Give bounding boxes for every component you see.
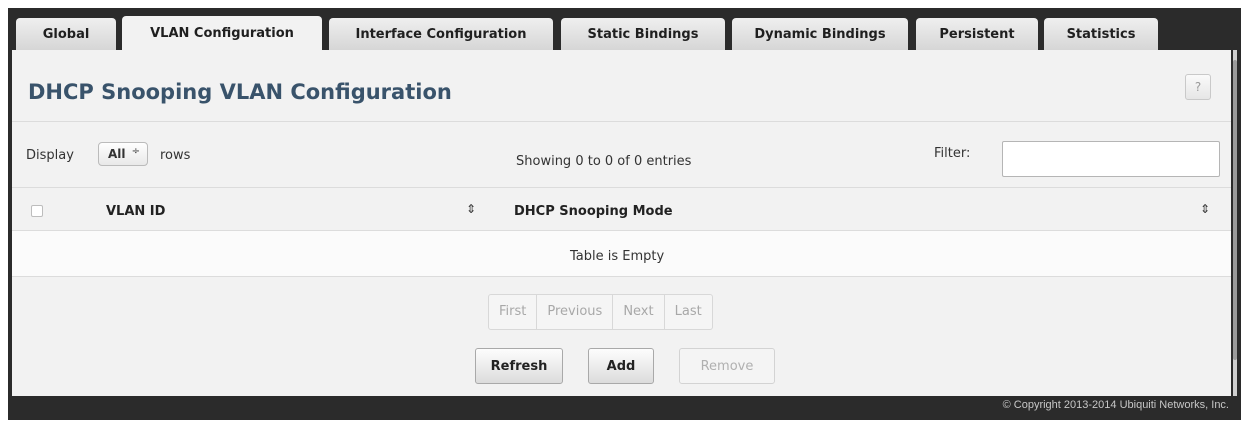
column-header-vlan-id[interactable]: VLAN ID [106,204,165,219]
scrollbar[interactable] [1233,50,1237,396]
rows-select-value: All [108,147,126,161]
tab-statistics[interactable]: Statistics [1044,18,1158,50]
pagination: First Previous Next Last [488,294,713,330]
tab-dynamic-bindings[interactable]: Dynamic Bindings [732,18,908,50]
divider [12,276,1231,277]
rows-label: rows [160,148,191,163]
filter-input[interactable] [1002,141,1220,177]
pagination-first[interactable]: First [489,295,538,329]
page-title: DHCP Snooping VLAN Configuration [28,80,452,104]
divider [12,121,1231,122]
pagination-last[interactable]: Last [665,295,712,329]
pagination-next[interactable]: Next [613,295,665,329]
refresh-button[interactable]: Refresh [475,348,563,384]
app-frame: Global VLAN Configuration Interface Conf… [8,8,1241,420]
tab-vlan-configuration[interactable]: VLAN Configuration [122,16,322,50]
filter-label: Filter: [934,146,971,161]
rows-select[interactable]: All ÷ [98,142,148,166]
scrollbar-thumb[interactable] [1233,60,1237,360]
content-panel: DHCP Snooping VLAN Configuration ? Displ… [12,50,1231,396]
select-all-checkbox[interactable] [31,205,43,217]
pagination-previous[interactable]: Previous [537,295,614,329]
empty-table-message: Table is Empty [570,249,665,264]
tab-interface-configuration[interactable]: Interface Configuration [329,18,553,50]
entries-info: Showing 0 to 0 of 0 entries [516,154,692,169]
add-button[interactable]: Add [588,348,654,384]
sort-icon[interactable]: ⇕ [1200,202,1210,216]
remove-button[interactable]: Remove [679,348,775,384]
tab-persistent[interactable]: Persistent [916,18,1038,50]
display-label: Display [26,148,74,163]
tab-global[interactable]: Global [16,18,116,50]
copyright-footer: © Copyright 2013-2014 Ubiquiti Networks,… [1002,399,1229,411]
sort-icon[interactable]: ⇕ [466,202,476,216]
tab-static-bindings[interactable]: Static Bindings [561,18,725,50]
updown-arrows-icon: ÷ [131,146,140,157]
tab-bar: Global VLAN Configuration Interface Conf… [8,8,1241,50]
column-header-dhcp-snooping-mode[interactable]: DHCP Snooping Mode [514,204,673,219]
help-button[interactable]: ? [1185,74,1211,100]
